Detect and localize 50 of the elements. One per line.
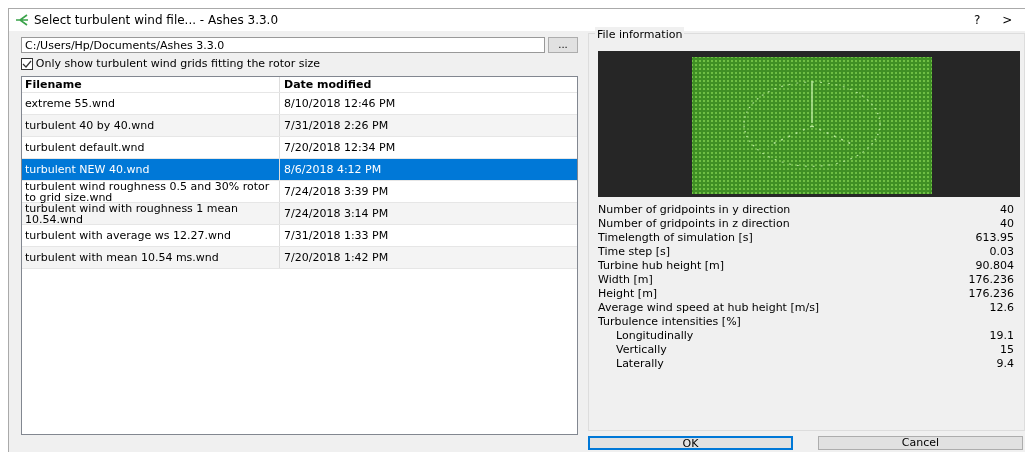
table-cell-text: 7/31/2018 2:26 PM <box>283 117 390 134</box>
property-value: 40 <box>1000 202 1014 217</box>
property-value: 90.804 <box>975 258 1014 273</box>
property-value: 176.236 <box>968 272 1014 287</box>
column-header[interactable]: Date modified <box>280 77 577 93</box>
table-cell-text: 8/10/2018 12:46 PM <box>283 95 397 112</box>
property-value: 613.95 <box>975 230 1014 245</box>
cancel-button[interactable]: Cancel <box>818 436 1023 450</box>
table-cell: turbulent NEW 40.wnd <box>22 159 280 181</box>
table-cell: turbulent wind with roughness 1 mean 10.54.wnd <box>22 203 280 225</box>
column-header[interactable]: Filename <box>22 77 280 93</box>
checkbox[interactable] <box>21 58 33 70</box>
checkbox-label: Only show turbulent wind grids fitting the rotor size <box>35 55 321 72</box>
path-field[interactable]: C:/Users/Hp/Documents/Ashes 3.3.0 <box>21 37 546 53</box>
help-button[interactable]: ? <box>962 11 993 29</box>
table-cell-text: 7/24/2018 3:39 PM <box>283 183 390 200</box>
property-label: Height [m] <box>598 286 658 301</box>
property-label: Average wind speed at hub height [m/s] <box>598 300 820 315</box>
property-label: Timelength of simulation [s] <box>598 230 753 245</box>
property-value: 176.236 <box>968 286 1014 301</box>
property-label: Number of gridpoints in y direction <box>598 202 791 217</box>
property-value: 0.03 <box>989 244 1014 259</box>
window-title: Select turbulent wind file... - Ashes 3.3.0 <box>34 12 279 29</box>
table-cell: turbulent with mean 10.54 ms.wnd <box>22 247 280 269</box>
property-value: 9.4 <box>996 356 1014 371</box>
table-cell-text: 8/6/2018 4:12 PM <box>283 161 383 178</box>
property-value: 40 <box>1000 216 1014 231</box>
table-cell-text: 7/31/2018 1:33 PM <box>283 227 390 244</box>
table-cell: turbulent with average ws 12.27.wnd <box>22 225 280 247</box>
property-label: Laterally <box>616 356 664 371</box>
property-label: Turbulence intensities [%] <box>598 314 741 329</box>
property-label: Vertically <box>616 342 667 357</box>
table-cell: extreme 55.wnd <box>22 93 280 115</box>
table-cell-text: 7/24/2018 3:14 PM <box>283 205 390 222</box>
property-value: 19.1 <box>989 328 1014 343</box>
browse-button[interactable]: ... <box>548 37 578 53</box>
table-cell: turbulent default.wnd <box>22 137 280 159</box>
table-cell-text: 7/20/2018 12:34 PM <box>283 139 397 156</box>
property-label: Turbine hub height [m] <box>598 258 725 273</box>
property-label: Width [m] <box>598 272 653 287</box>
property-value: 12.6 <box>989 300 1014 315</box>
property-value: 15 <box>1000 342 1014 357</box>
ok-button[interactable]: OK <box>588 436 793 450</box>
property-label: Longitudinally <box>616 328 694 343</box>
app-logo-icon <box>14 14 29 26</box>
property-label: Time step [s] <box>598 244 671 259</box>
table-cell: turbulent 40 by 40.wnd <box>22 115 280 137</box>
property-label: Number of gridpoints in z direction <box>598 216 790 231</box>
table-cell-text: 7/20/2018 1:42 PM <box>283 249 390 266</box>
close-button[interactable]: > <box>992 11 1023 29</box>
